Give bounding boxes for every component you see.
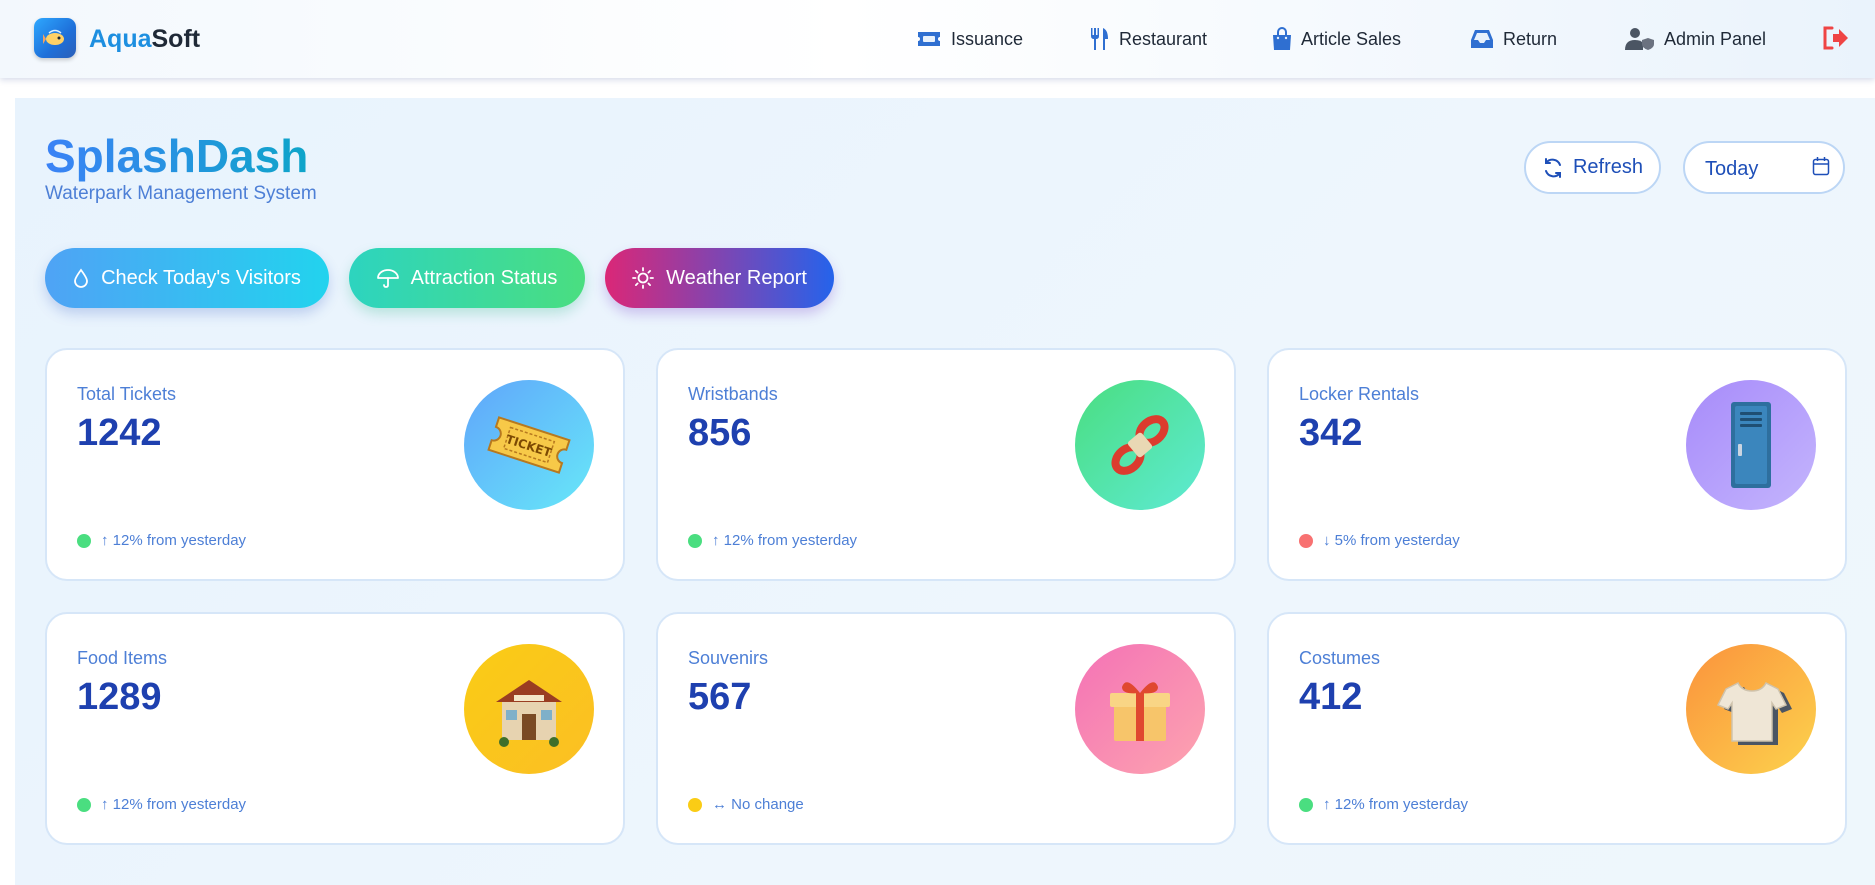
stat-card-total-tickets[interactable]: Total Tickets 1242 ↑ 12% from yesterday … [45, 348, 625, 581]
stat-trend: ↑ 12% from yesterday [77, 532, 246, 549]
locker-icon [1686, 380, 1816, 510]
refresh-icon [1544, 157, 1561, 178]
stat-trend: ↑ 12% from yesterday [77, 796, 246, 813]
inbox-icon [1471, 30, 1493, 48]
nav-label: Issuance [951, 28, 1024, 49]
stat-value: 412 [1299, 676, 1363, 718]
refresh-label: Refresh [1572, 156, 1644, 178]
trend-text: ↑ 12% from yesterday [101, 532, 247, 549]
stat-value: 1242 [77, 412, 162, 454]
sun-icon [632, 267, 654, 289]
umbrella-icon [376, 269, 399, 288]
trend-text: ↑ 12% from yesterday [712, 532, 858, 549]
ticket-icon: TICKET [464, 380, 594, 510]
shopping-bag-icon [1273, 27, 1291, 50]
stat-value: 856 [688, 412, 752, 454]
trend-dot [1299, 533, 1313, 548]
stat-trend: ↔ No change [688, 796, 804, 813]
nav-label: Restaurant [1119, 28, 1208, 49]
trend-dot [688, 533, 702, 548]
nav-label: Article Sales [1301, 28, 1402, 49]
nav-item-restaurant[interactable]: Restaurant [1088, 24, 1207, 54]
page-subtitle: Waterpark Management System [45, 183, 317, 204]
stat-label: Wristbands [688, 384, 778, 404]
stat-card-locker-rentals[interactable]: Locker Rentals 342 ↓ 5% from yesterday [1267, 348, 1847, 581]
stat-trend: ↓ 5% from yesterday [1299, 532, 1460, 549]
logout-icon[interactable] [1822, 25, 1850, 51]
stat-label: Souvenirs [688, 648, 769, 668]
top-navbar: AquaSoft Issuance Restaurant Article Sal… [0, 0, 1875, 78]
trend-dot [77, 797, 91, 812]
utensils-icon [1091, 28, 1108, 50]
nav-item-admin-panel[interactable]: Admin Panel [1625, 24, 1766, 54]
pill-label: Weather Report [666, 266, 807, 289]
attraction-status-button[interactable]: Attraction Status [349, 248, 585, 308]
weather-report-button[interactable]: Weather Report [605, 248, 834, 308]
nav-item-article-sales[interactable]: Article Sales [1272, 24, 1401, 54]
stat-trend: ↑ 12% from yesterday [688, 532, 857, 549]
stat-value: 342 [1299, 412, 1363, 454]
calendar-icon[interactable] [1812, 156, 1830, 176]
date-picker-field[interactable]: Today [1683, 141, 1845, 194]
tshirt-icon [1686, 644, 1816, 774]
page-title: SplashDash [45, 130, 309, 182]
stat-value: 1289 [77, 676, 162, 718]
stat-trend: ↑ 12% from yesterday [1299, 796, 1468, 813]
trend-dot [1299, 797, 1313, 812]
nav-item-return[interactable]: Return [1470, 24, 1557, 54]
droplet-icon [74, 268, 88, 288]
trend-text: ↑ 12% from yesterday [1323, 796, 1469, 813]
ticket-icon [918, 32, 940, 46]
stat-card-costumes[interactable]: Costumes 412 ↑ 12% from yesterday [1267, 612, 1847, 845]
nav-label: Admin Panel [1664, 28, 1767, 49]
stat-label: Total Tickets [77, 384, 177, 404]
trend-dot [77, 533, 91, 548]
stat-label: Costumes [1299, 648, 1381, 668]
trend-dot [688, 797, 702, 812]
pill-label: Check Today's Visitors [101, 266, 301, 289]
wristband-icon [1075, 380, 1205, 510]
refresh-button[interactable]: Refresh [1524, 141, 1661, 194]
user-shield-icon [1625, 28, 1654, 50]
brand-logo-text[interactable]: AquaSoft [89, 25, 200, 54]
trend-text: ↔ No change [712, 796, 804, 813]
nav-label: Return [1503, 28, 1558, 49]
date-value: Today [1705, 158, 1759, 180]
pill-label: Attraction Status [410, 266, 558, 289]
stat-card-food-items[interactable]: Food Items 1289 ↑ 12% from yesterday [45, 612, 625, 845]
stat-card-souvenirs[interactable]: Souvenirs 567 ↔ No change [656, 612, 1236, 845]
restaurant-icon [464, 644, 594, 774]
trend-text: ↑ 12% from yesterday [101, 796, 247, 813]
check-visitors-button[interactable]: Check Today's Visitors [45, 248, 329, 308]
nav-item-issuance[interactable]: Issuance [916, 24, 1023, 54]
stat-card-wristbands[interactable]: Wristbands 856 ↑ 12% from yesterday [656, 348, 1236, 581]
trend-text: ↓ 5% from yesterday [1323, 532, 1460, 549]
stat-label: Locker Rentals [1299, 384, 1420, 404]
logo-icon[interactable] [34, 18, 76, 58]
stat-value: 567 [688, 676, 752, 718]
stat-label: Food Items [77, 648, 168, 668]
gift-icon [1075, 644, 1205, 774]
